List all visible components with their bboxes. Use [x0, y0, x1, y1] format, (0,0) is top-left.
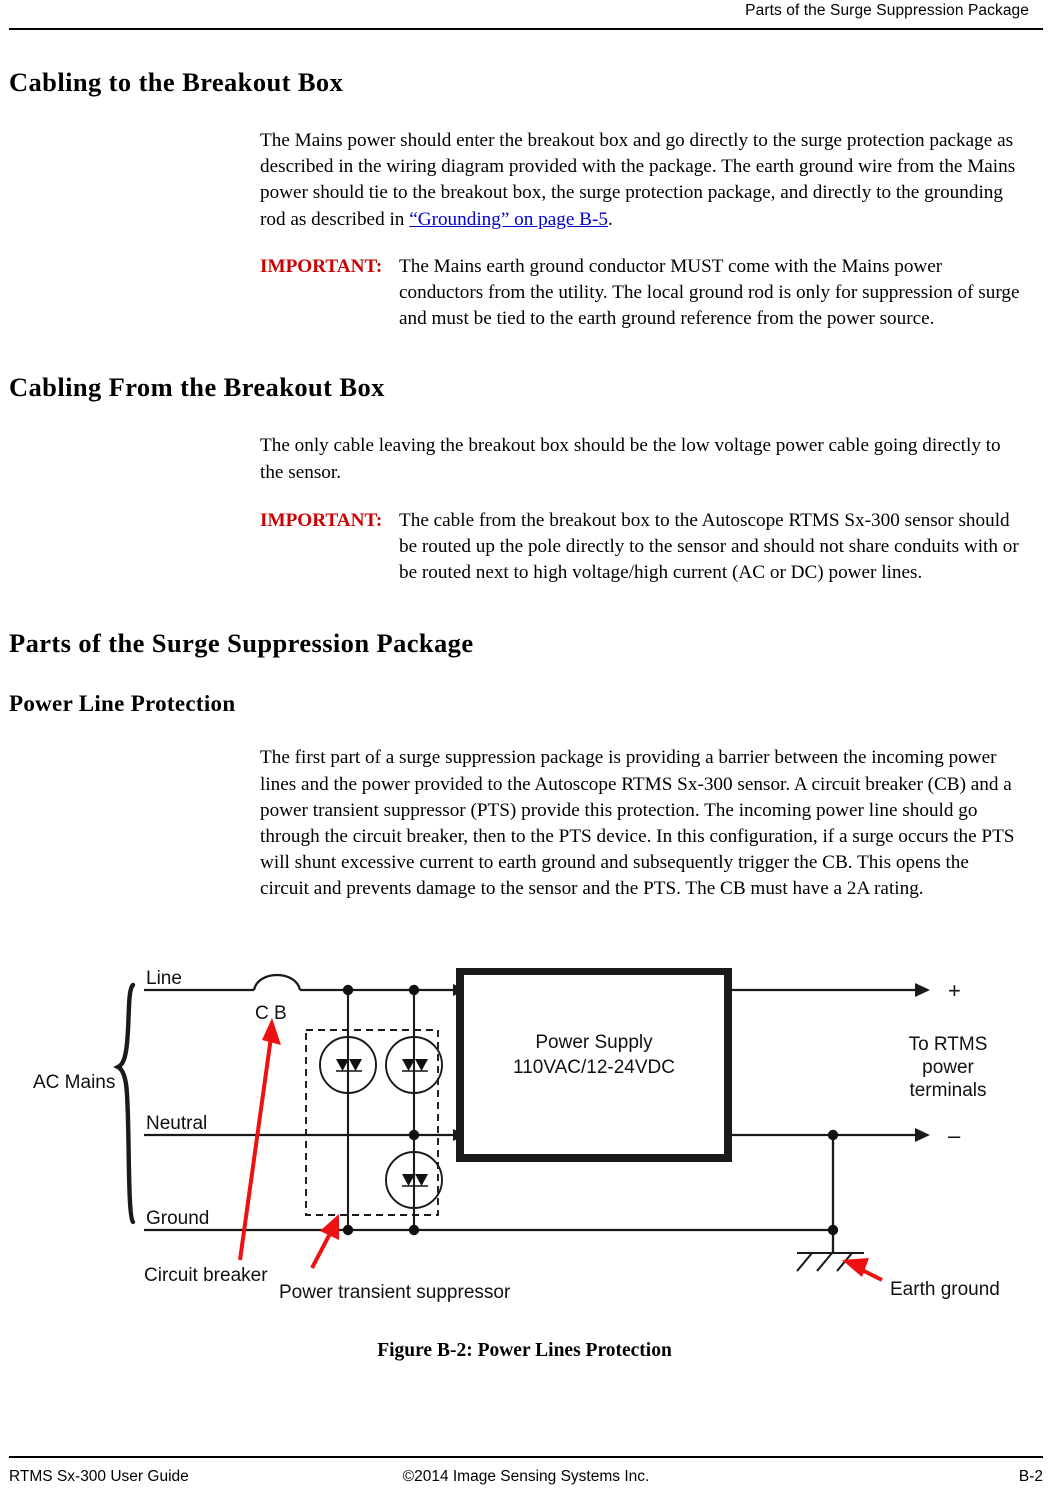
footer-page-number: B-2 [1018, 1468, 1043, 1485]
document-content: Cabling to the Breakout Box The Mains po… [9, 55, 1041, 903]
heading-cabling-from-the-breakout-box: Cabling From the Breakout Box [9, 372, 385, 403]
figure-label-cb: C B [255, 1003, 287, 1024]
ac-mains-brace-icon [113, 982, 136, 1225]
pts-enclosure-dashed-box [305, 1029, 439, 1216]
figure-label-ac-mains: AC Mains [33, 1072, 115, 1093]
figure-label-to-rtms-line1: To RTMS [909, 1034, 988, 1055]
important-label-2: IMPORTANT: [260, 509, 383, 531]
circuit-breaker-arc-icon [252, 974, 302, 991]
page-running-header: Parts of the Surge Suppression Package [30, 0, 1029, 30]
xref-grounding-link[interactable]: “Grounding” on page B-5 [409, 209, 608, 230]
figure-label-power-supply-line2: 110VAC/12-24VDC [513, 1057, 675, 1078]
junction-dot-ground-right [408, 1224, 420, 1236]
heading-cabling-to-the-breakout-box: Cabling to the Breakout Box [9, 67, 344, 97]
paragraph-block-cabling-from: The only cable leaving the breakout box … [260, 433, 1020, 485]
junction-dot-ground-left [342, 1224, 354, 1236]
annotation-arrow-earth-ground-icon [842, 1258, 883, 1282]
important-text: The Mains earth ground conductor MUST co… [399, 255, 1020, 330]
paragraph-cabling-to-text: The Mains power should enter the breakou… [260, 130, 1016, 230]
junction-dot-earth [827, 1224, 839, 1236]
footer-copyright: ©2014 Image Sensing Systems Inc. [402, 1468, 650, 1485]
figure-label-power-supply-line1: Power Supply [535, 1032, 653, 1053]
figure-label-minus: – [948, 1123, 961, 1148]
figure-label-circuit-breaker: Circuit breaker [144, 1265, 268, 1286]
figure-label-power-transient-suppressor: Power transient suppressor [279, 1282, 511, 1303]
figure-label-earth-ground: Earth ground [890, 1279, 1000, 1300]
figure-caption: Figure B-2: Power Lines Protection [377, 1340, 672, 1361]
paragraph-cabling-to-tail: . [607, 208, 613, 230]
junction-dot-neutral [408, 1129, 420, 1141]
paragraph-block-cabling-to: The Mains power should enter the breakou… [260, 128, 1020, 233]
junction-dot-line-right [408, 984, 420, 996]
important-note-cabling-from: IMPORTANT: The cable from the breakout b… [260, 508, 1030, 587]
figure-label-line: Line [146, 968, 182, 989]
heading-parts-of-the-surge-suppression-package: Parts of the Surge Suppression Package [9, 628, 474, 659]
paragraph-cabling-from: The only cable leaving the breakout box … [260, 435, 1001, 483]
figure-power-lines-protection: Line Neutral Ground AC Mains C B Power S… [0, 967, 1049, 1308]
figure-label-plus: + [948, 978, 961, 1003]
figure-label-to-rtms-line3: terminals [909, 1080, 986, 1101]
paragraph-cabling-to: The Mains power should enter the breakou… [260, 128, 1020, 233]
important-note-cabling-to: IMPORTANT: The Mains earth ground conduc… [260, 254, 1030, 333]
page-footer: RTMS Sx-300 User Guide ©2014 Image Sensi… [9, 1468, 1043, 1492]
important-text-2: The cable from the breakout box to the A… [399, 509, 1019, 584]
junction-dot-line-left [342, 984, 354, 996]
power-lines-protection-svg: Line Neutral Ground AC Mains C B Power S… [33, 967, 1000, 1303]
arrowhead-positive-icon [915, 983, 930, 997]
annotation-arrow-pts-icon [310, 1214, 339, 1269]
header-divider-rule [9, 28, 1043, 31]
annotation-arrow-circuit-breaker-icon [238, 1018, 281, 1261]
figure-label-neutral: Neutral [146, 1113, 207, 1134]
heading-power-line-protection: Power Line Protection [9, 691, 236, 717]
figure-label-to-rtms-line2: power [922, 1057, 974, 1078]
paragraph-block-power-line-protection: The first part of a surge suppression pa… [260, 745, 1020, 902]
footer-divider-rule [9, 1455, 1043, 1458]
paragraph-power-line-protection: The first part of a surge suppression pa… [260, 747, 1015, 900]
arrowhead-negative-icon [915, 1128, 930, 1142]
important-label: IMPORTANT: [260, 255, 383, 277]
junction-dot-negative [827, 1129, 839, 1141]
running-head-text: Parts of the Surge Suppression Package [745, 2, 1029, 19]
figure-label-ground: Ground [146, 1208, 209, 1229]
